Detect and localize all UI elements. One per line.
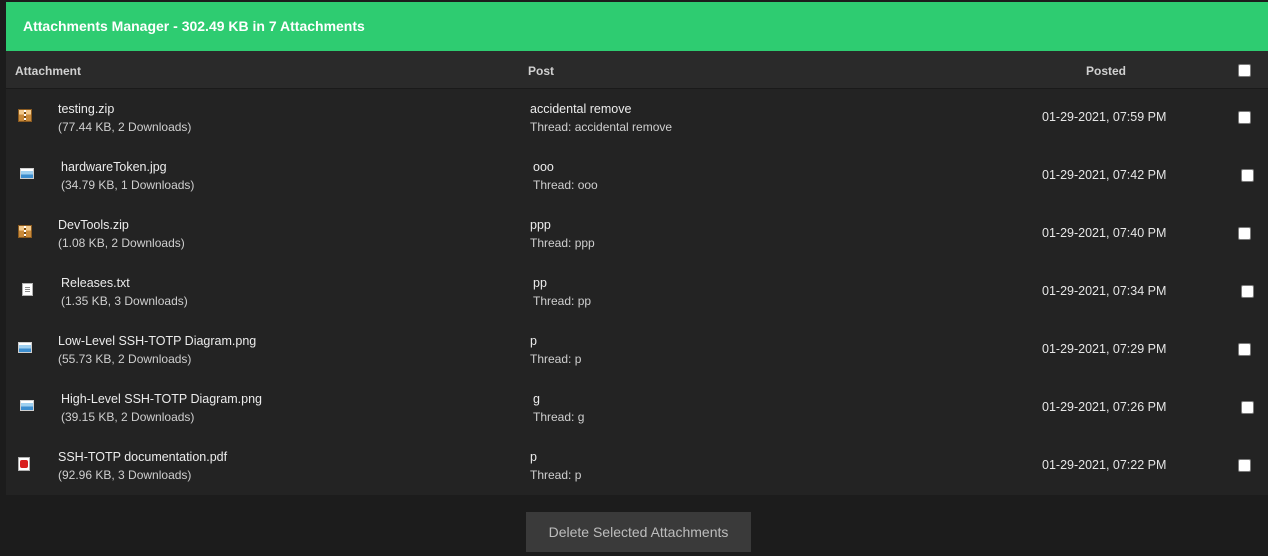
posted-date: 01-29-2021, 07:42 PM	[1042, 168, 1167, 182]
attachment-name-link[interactable]: DevTools.zip	[58, 218, 129, 232]
thread-link[interactable]: Thread: ooo	[533, 178, 598, 192]
post-title-link[interactable]: accidental remove	[530, 102, 631, 116]
zip-icon	[18, 109, 32, 122]
posted-date: 01-29-2021, 07:26 PM	[1042, 400, 1167, 414]
row-select-checkbox[interactable]	[1241, 401, 1254, 414]
post-title-link[interactable]: p	[530, 450, 537, 464]
attachment-meta: (39.15 KB, 2 Downloads)	[61, 410, 195, 424]
post-title-link[interactable]: p	[530, 334, 537, 348]
row-select-checkbox[interactable]	[1238, 343, 1251, 356]
row-select-checkbox[interactable]	[1241, 169, 1254, 182]
posted-date: 01-29-2021, 07:22 PM	[1042, 458, 1167, 472]
thread-link[interactable]: Thread: accidental remove	[530, 120, 672, 134]
pdf-icon	[18, 457, 30, 471]
attachment-meta: (1.08 KB, 2 Downloads)	[58, 236, 185, 250]
attachments-list: testing.zip (77.44 KB, 2 Downloads) acci…	[6, 89, 1268, 495]
attachments-panel: Attachments Manager - 302.49 KB in 7 Att…	[6, 2, 1268, 495]
attachment-name-link[interactable]: Releases.txt	[61, 276, 130, 290]
post-title-link[interactable]: g	[533, 392, 540, 406]
table-row: Low-Level SSH-TOTP Diagram.png (55.73 KB…	[6, 321, 1268, 379]
attachment-name-link[interactable]: Low-Level SSH-TOTP Diagram.png	[58, 334, 256, 348]
attachment-meta: (34.79 KB, 1 Downloads)	[61, 178, 195, 192]
thread-link[interactable]: Thread: ppp	[530, 236, 595, 250]
select-all-checkbox[interactable]	[1238, 64, 1251, 77]
table-row: testing.zip (77.44 KB, 2 Downloads) acci…	[6, 89, 1268, 147]
attachment-meta: (77.44 KB, 2 Downloads)	[58, 120, 192, 134]
thread-link[interactable]: Thread: p	[530, 468, 581, 482]
table-row: SSH-TOTP documentation.pdf (92.96 KB, 3 …	[6, 437, 1268, 495]
attachment-name-link[interactable]: hardwareToken.jpg	[61, 160, 167, 174]
table-row: High-Level SSH-TOTP Diagram.png (39.15 K…	[6, 379, 1268, 437]
attachment-name-link[interactable]: High-Level SSH-TOTP Diagram.png	[61, 392, 262, 406]
row-select-checkbox[interactable]	[1238, 111, 1251, 124]
table-row: DevTools.zip (1.08 KB, 2 Downloads) ppp …	[6, 205, 1268, 263]
attachment-name-link[interactable]: SSH-TOTP documentation.pdf	[58, 450, 227, 464]
image-icon	[20, 168, 34, 179]
posted-date: 01-29-2021, 07:40 PM	[1042, 226, 1167, 240]
row-select-checkbox[interactable]	[1241, 285, 1254, 298]
table-row: hardwareToken.jpg (34.79 KB, 1 Downloads…	[6, 147, 1268, 205]
posted-date: 01-29-2021, 07:34 PM	[1042, 284, 1167, 298]
post-title-link[interactable]: ooo	[533, 160, 554, 174]
column-header-posted: Posted	[1086, 64, 1127, 78]
post-title-link[interactable]: pp	[533, 276, 547, 290]
table-row: Releases.txt (1.35 KB, 3 Downloads) pp T…	[6, 263, 1268, 321]
post-title-link[interactable]: ppp	[530, 218, 551, 232]
column-header-row: Attachment Post Posted	[6, 51, 1268, 89]
posted-date: 01-29-2021, 07:29 PM	[1042, 342, 1167, 356]
thread-link[interactable]: Thread: pp	[533, 294, 591, 308]
thread-link[interactable]: Thread: g	[533, 410, 584, 424]
posted-date: 01-29-2021, 07:59 PM	[1042, 110, 1167, 124]
delete-selected-button[interactable]: Delete Selected Attachments	[526, 512, 751, 552]
image-icon	[18, 342, 32, 353]
attachment-name-link[interactable]: testing.zip	[58, 102, 114, 116]
thread-link[interactable]: Thread: p	[530, 352, 581, 366]
attachment-meta: (92.96 KB, 3 Downloads)	[58, 468, 192, 482]
text-file-icon	[22, 283, 33, 296]
panel-title: Attachments Manager - 302.49 KB in 7 Att…	[6, 2, 1268, 51]
zip-icon	[18, 225, 32, 238]
image-icon	[20, 400, 34, 411]
column-header-attachment: Attachment	[15, 64, 82, 78]
row-select-checkbox[interactable]	[1238, 227, 1251, 240]
column-header-post: Post	[528, 64, 555, 78]
attachment-meta: (55.73 KB, 2 Downloads)	[58, 352, 192, 366]
row-select-checkbox[interactable]	[1238, 459, 1251, 472]
attachment-meta: (1.35 KB, 3 Downloads)	[61, 294, 188, 308]
